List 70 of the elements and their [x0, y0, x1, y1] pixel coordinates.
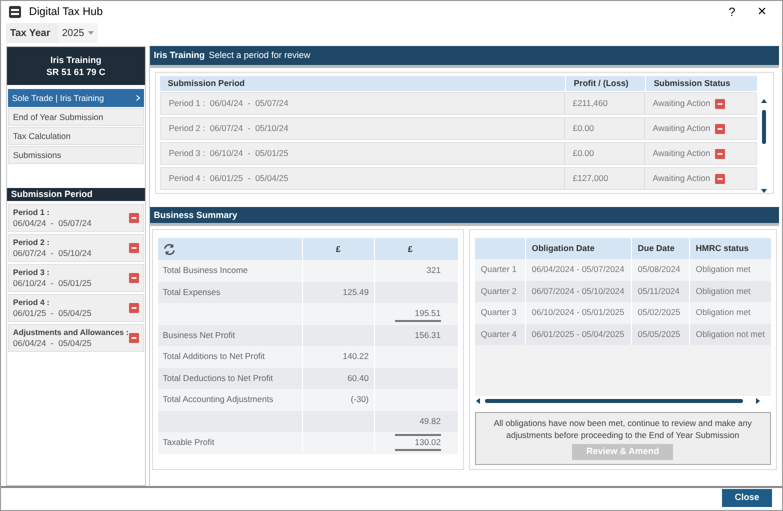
table-cell: (-30) [350, 393, 369, 406]
status-text: Awaiting Action [652, 147, 710, 160]
close-dialog-button[interactable]: Close [722, 489, 772, 507]
row-label: Taxable Profit [162, 436, 214, 450]
minus-icon [128, 273, 139, 283]
chevron-icon [136, 95, 140, 101]
row-label: Total Additions to Net Profit [162, 350, 265, 364]
table-cell: 06/01/2025 - 05/04/2025 [524, 324, 631, 345]
minus-icon [128, 333, 139, 343]
client-reference: SR 51 61 79 C [46, 66, 106, 78]
section-header: Business Summary [150, 207, 779, 226]
table-cell-text: 321 [426, 264, 441, 278]
period-item[interactable]: Period 4 : 06/01/25 - 05/04/25 [8, 294, 144, 322]
table-cell: 140.22 [342, 350, 369, 364]
table-cell-text: Quarter 1 [480, 263, 518, 276]
table-row[interactable]: Period 4 : 06/01/25 - 05/04/25 £127,000 Awaiting Action [160, 167, 757, 190]
section-header: Submission Period [7, 188, 145, 201]
app-icon [9, 6, 21, 18]
row-label: Total Accounting Adjustments [162, 393, 274, 406]
table-cell: Obligation not met [688, 324, 771, 345]
nav-item[interactable]: Tax Calculation [8, 127, 144, 145]
horizontal-scrollbar[interactable] [474, 397, 761, 405]
column-header: Submission Period [166, 77, 246, 90]
row-label: Total Deductions to Net Profit [162, 372, 273, 385]
message-text: All obligations have now been met, continue to review and make any adjustments before proceeding to the End of Year Submission [492, 417, 753, 441]
table-row[interactable]: Period 2 : 06/07/24 - 05/10/24 £0.00 Awaiting Action [160, 117, 757, 140]
status-text: Awaiting Action [652, 122, 710, 135]
nav-item[interactable]: Sole Trade | Iris Training [8, 89, 144, 107]
table-cell-text: 49.82 [418, 414, 441, 428]
table-cell-text: 156.31 [414, 328, 441, 342]
table-cell: 125.49 [342, 286, 369, 299]
table-cell-text: Quarter 3 [480, 306, 518, 320]
table-row[interactable]: Period 3 : 06/10/24 - 05/01/25 £0.00 Awaiting Action [160, 142, 757, 165]
minus-icon [715, 124, 726, 134]
minus-icon [715, 174, 726, 184]
scrollbar[interactable] [758, 98, 769, 194]
nav-item[interactable]: End of Year Submission [8, 108, 144, 126]
row-label: Business Net Profit [162, 328, 236, 342]
table-cell: 195.51 [394, 305, 441, 322]
window-title: Digital Tax Hub [29, 4, 103, 20]
caret-icon [88, 31, 94, 35]
column-header: Submission Status [644, 76, 757, 91]
period-item[interactable]: Period 2 : 06/07/24 - 05/10/24 [8, 234, 144, 262]
minus-icon [128, 213, 139, 223]
row-label: Total Expenses [162, 286, 220, 299]
period-item[interactable]: Period 1 : 06/04/24 - 05/07/24 [8, 204, 144, 232]
minus-icon [715, 148, 726, 158]
table-cell-text: Quarter 4 [480, 328, 518, 341]
table-cell: 05/05/2025 [630, 324, 689, 345]
nav-item[interactable]: Submissions [8, 146, 144, 164]
minus-icon [715, 98, 726, 108]
table-cell-text: Quarter 2 [480, 284, 518, 298]
row-label: Total Business Income [162, 264, 248, 278]
table-row[interactable]: Period 1 : 06/04/24 - 05/07/24 £211,460 Awaiting Action [160, 92, 757, 115]
period-item[interactable]: Adjustments and Allowances : 06/04/24 - 05/04/25 [8, 324, 144, 352]
minus-icon [128, 243, 139, 253]
column-header: Profit / (Loss) [564, 76, 645, 91]
tax-year-label: Tax Year [9, 26, 52, 40]
help-button[interactable]: ? [722, 3, 742, 21]
status-text: Awaiting Action [652, 172, 710, 185]
period-item[interactable]: Period 3 : 06/10/24 - 05/01/25 [8, 264, 144, 292]
status-text: Awaiting Action [652, 97, 710, 110]
close-button[interactable]: × [750, 0, 774, 24]
refresh-icon[interactable] [162, 242, 176, 256]
table-cell: 130.02 [394, 434, 441, 452]
minus-icon [128, 303, 139, 313]
tax-year-dropdown[interactable]: 2025 [58, 23, 98, 43]
client-name: Iris Training [50, 54, 102, 66]
table-cell: 60.40 [347, 372, 369, 385]
section-header: Iris Training Select a period for review [150, 46, 779, 68]
